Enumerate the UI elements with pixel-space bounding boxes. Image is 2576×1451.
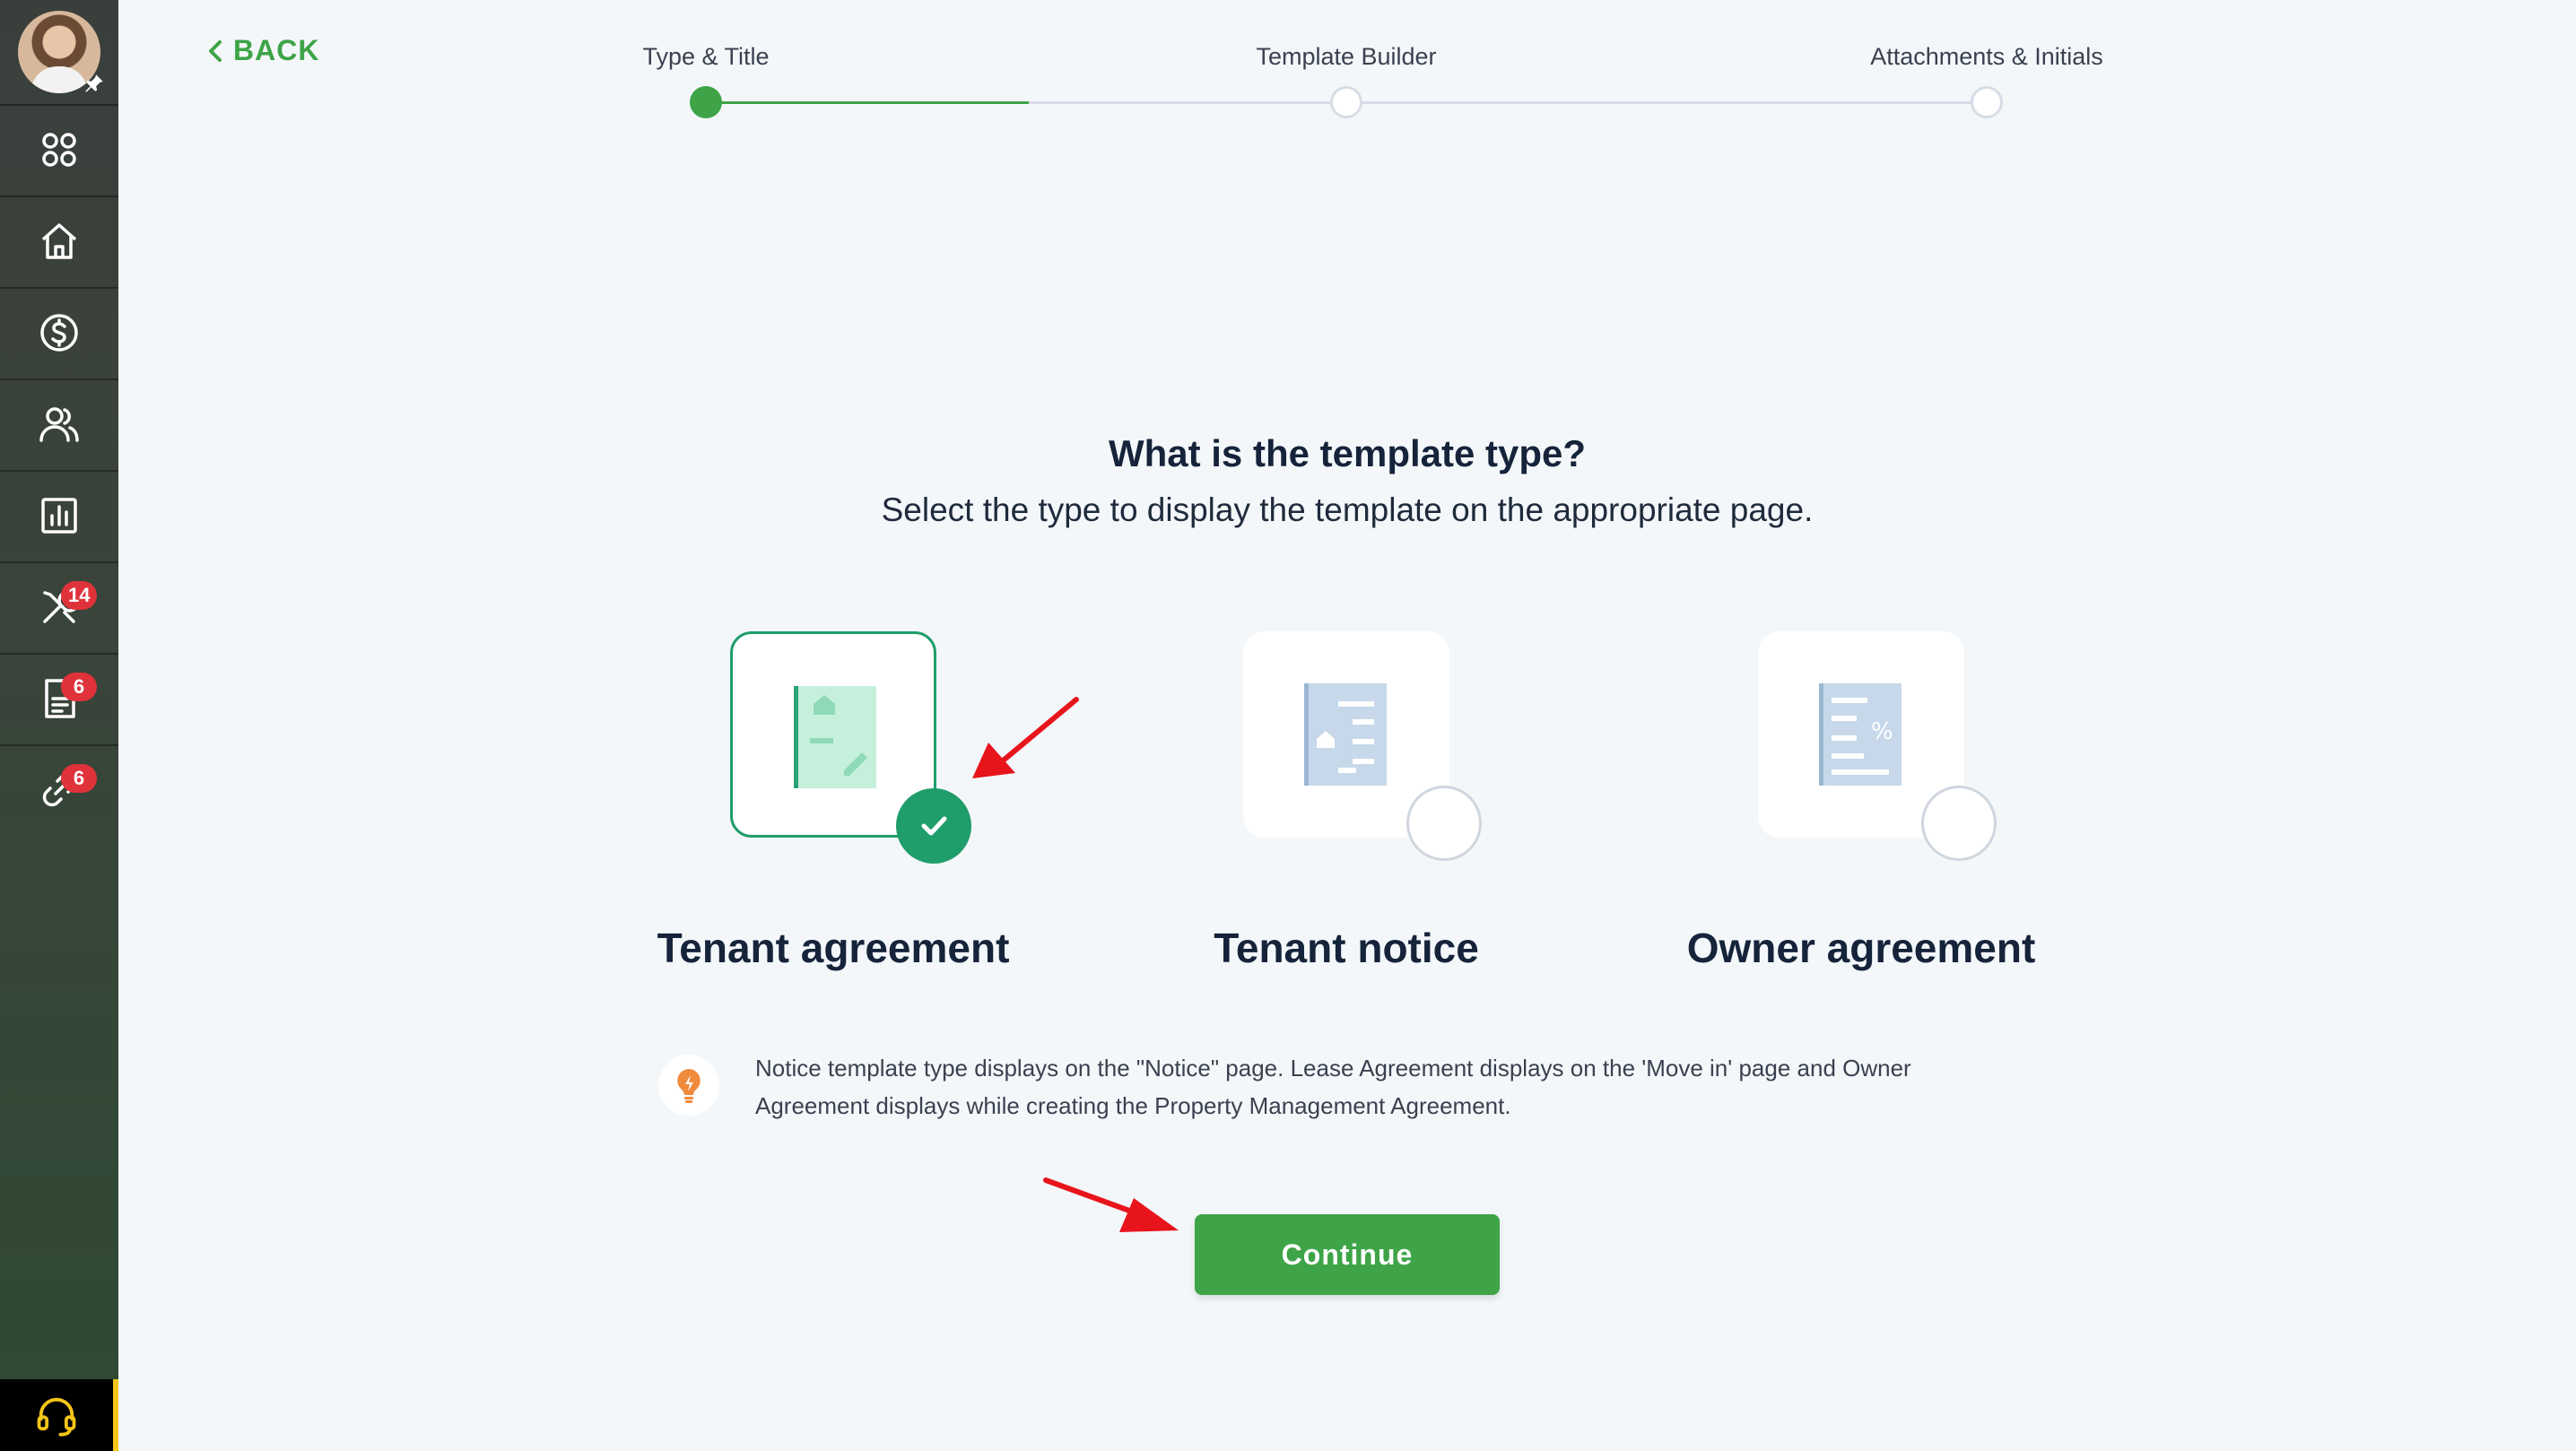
back-link[interactable]: BACK [206,34,319,67]
info-text: Notice template type displays on the "No… [755,1049,2047,1125]
page-subtitle: Select the type to display the template … [881,491,1814,528]
info-bulb [658,1055,719,1116]
step-dot-template-builder[interactable] [1330,86,1362,118]
owner-agreement-radio[interactable] [1921,786,1997,861]
owner-agreement-doc-icon: % [1819,683,1902,786]
step-label-attachments[interactable]: Attachments & Initials [1870,43,2103,71]
pin-icon[interactable] [83,72,106,95]
maintenance-badge: 14 [61,581,98,610]
dollar-icon [40,314,78,352]
option-label-tenant-agreement[interactable]: Tenant agreement [657,924,1010,972]
home-icon [41,223,77,259]
svg-text:%: % [1871,718,1893,745]
checkmark-icon [921,816,947,836]
step-label-template-builder[interactable]: Template Builder [1256,43,1436,71]
option-label-owner-agreement[interactable]: Owner agreement [1687,924,2036,972]
step-dot-attachments[interactable] [1971,86,2003,118]
step-label-type-title[interactable]: Type & Title [642,43,769,71]
info-line-2: Agreement displays while creating the Pr… [755,1092,1511,1119]
support-button[interactable] [0,1379,118,1451]
option-tenant-agreement[interactable] [730,631,971,864]
tenant-notice-doc-icon [1304,683,1387,786]
step-dot-type-title[interactable] [690,86,722,118]
nav-documents[interactable]: 6 [0,653,118,743]
page-title: What is the template type? [1108,432,1587,474]
tenant-agreement-radio[interactable] [896,788,971,864]
annotation-arrow-card [972,697,1079,778]
tenant-agreement-doc-icon [794,686,876,788]
nav-links[interactable]: 6 [0,744,118,834]
back-label: BACK [233,34,320,66]
option-tenant-notice[interactable] [1243,631,1482,861]
tenant-notice-radio[interactable] [1406,786,1482,861]
nav-maintenance[interactable]: 14 [0,561,118,651]
info-line-1: Notice template type displays on the "No… [755,1055,1911,1082]
annotation-arrow-continue [1043,1177,1179,1232]
documents-badge: 6 [61,673,97,701]
nav-apps[interactable] [0,104,118,194]
nav-finance[interactable] [0,287,118,377]
nav-home[interactable] [0,195,118,285]
continue-button[interactable]: Continue [1195,1214,1500,1295]
links-badge: 6 [61,764,97,793]
sidebar: 14 6 6 [0,0,118,1451]
option-label-tenant-notice[interactable]: Tenant notice [1214,924,1479,972]
stepper-progress [706,101,1029,104]
headset-icon [37,1397,76,1437]
option-owner-agreement[interactable]: % [1758,631,1997,861]
user-avatar[interactable] [18,11,103,93]
chevron-left-icon [209,39,222,62]
apps-grid-icon [42,133,76,167]
lightbulb-icon [677,1069,701,1103]
